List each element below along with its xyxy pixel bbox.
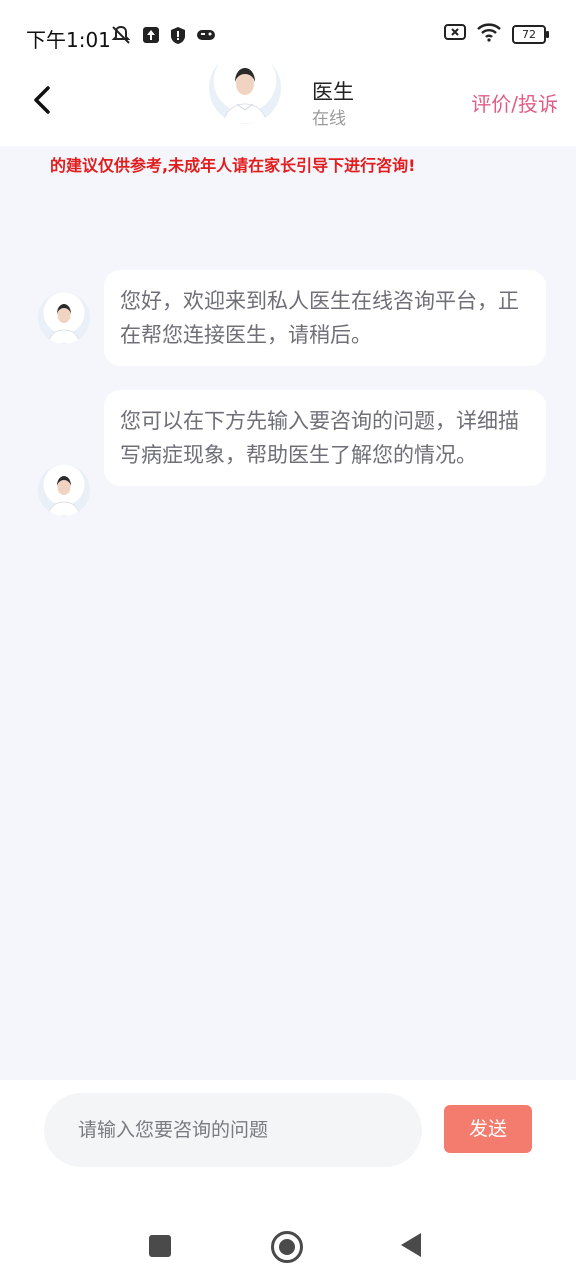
disclaimer-marquee: 的建议仅供参考,未成年人请在家长引导下进行咨询! [50, 156, 416, 175]
gamepad-icon [196, 27, 216, 47]
message-bubble: 您好，欢迎来到私人医生在线咨询平台，正在帮您连接医生，请稍后。 [104, 270, 546, 366]
wifi-icon [476, 22, 502, 46]
status-icons-right: 72 [444, 22, 549, 46]
status-icons-left [110, 24, 216, 50]
chat-header: 医生 在线 评价/投诉 [0, 52, 576, 146]
question-input[interactable] [44, 1093, 422, 1167]
chat-area[interactable]: 的建议仅供参考,未成年人请在家长引导下进行咨询! 您好，欢迎来到私人医生在线咨询… [0, 146, 576, 1080]
send-button[interactable]: 发送 [444, 1105, 532, 1153]
status-bar: 下午1:01 72 [0, 0, 576, 70]
chevron-left-icon [24, 86, 64, 124]
doctor-status: 在线 [312, 109, 346, 129]
bell-off-icon [110, 24, 132, 50]
battery-indicator: 72 [512, 24, 549, 44]
upload-icon [142, 26, 160, 48]
review-complaint-link[interactable]: 评价/投诉 [471, 88, 558, 117]
doctor-avatar-small[interactable] [38, 464, 90, 516]
message-row: 您好，欢迎来到私人医生在线咨询平台，正在帮您连接医生，请稍后。 [38, 270, 546, 366]
back-triangle-icon[interactable] [401, 1233, 421, 1257]
message-bubble: 您可以在下方先输入要咨询的问题，详细描写病症现象，帮助医生了解您的情况。 [104, 390, 546, 486]
doctor-avatar-small[interactable] [38, 292, 90, 344]
composer-bar: 发送 [0, 1080, 576, 1200]
recent-apps-icon[interactable] [149, 1235, 171, 1257]
doctor-name: 医生 [312, 80, 354, 104]
system-nav-bar [0, 1200, 576, 1280]
sim-off-icon [444, 23, 466, 45]
doctor-avatar[interactable] [209, 52, 281, 124]
home-icon[interactable] [271, 1231, 303, 1263]
message-row: 您可以在下方先输入要咨询的问题，详细描写病症现象，帮助医生了解您的情况。 [38, 390, 546, 516]
status-time: 下午1:01 [26, 28, 111, 52]
shield-icon [170, 26, 186, 49]
back-button[interactable] [24, 80, 64, 120]
